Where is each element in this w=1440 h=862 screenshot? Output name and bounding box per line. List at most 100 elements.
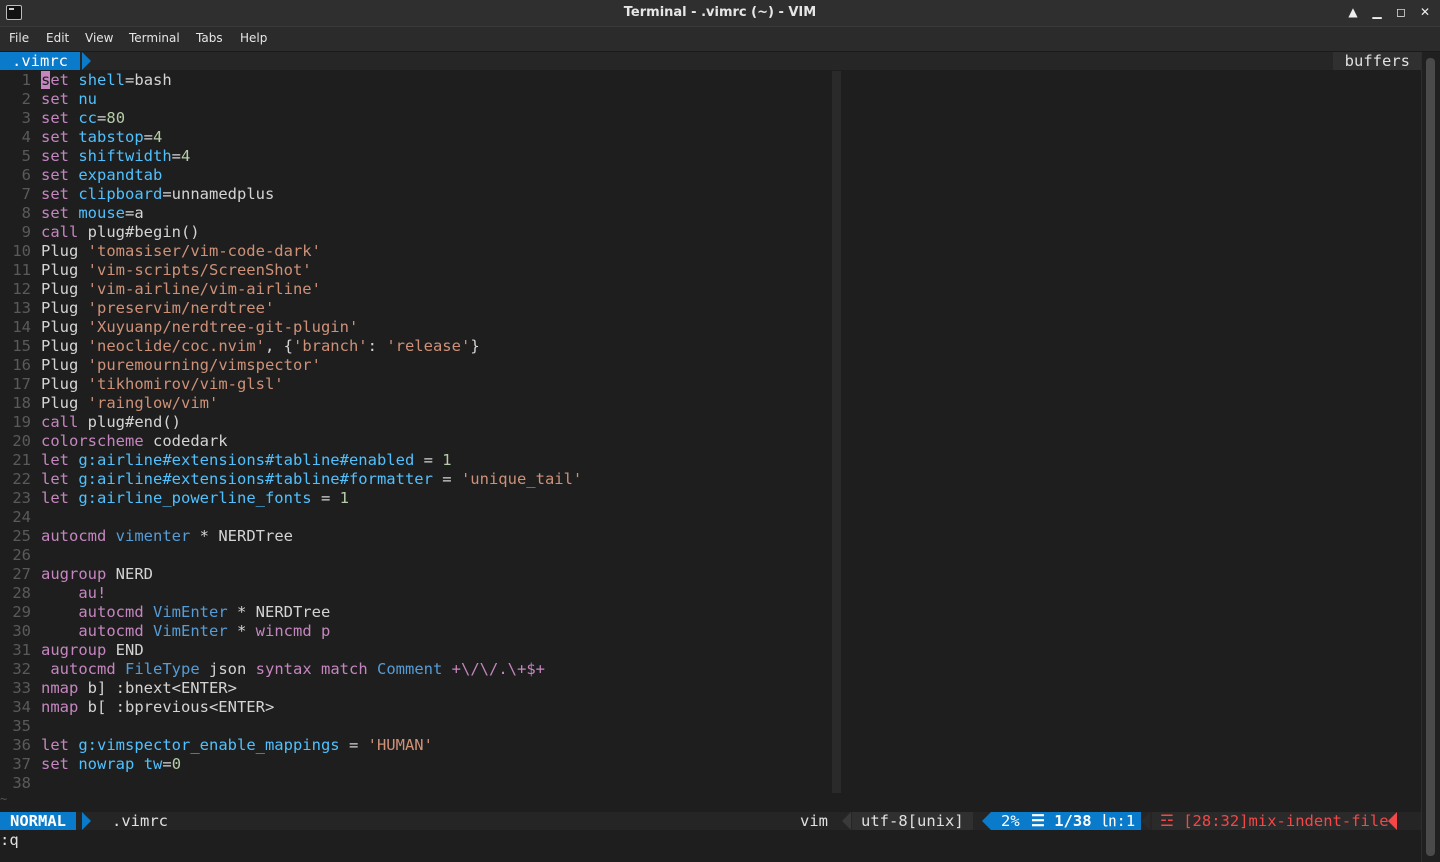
code-token: 'vim-scripts/ScreenShot'	[87, 261, 312, 279]
minimize-button[interactable]: ▁	[1370, 4, 1384, 20]
code-line[interactable]: 7 set clipboard=unnamedplus	[0, 185, 275, 204]
line-number: 12	[12, 280, 31, 298]
close-button[interactable]: ✕	[1418, 4, 1432, 20]
code-token: 'vim-airline/vim-airline'	[87, 280, 321, 298]
code-line[interactable]: 17 Plug 'tikhomirov/vim-glsl'	[0, 375, 283, 394]
line-number: 13	[12, 299, 31, 317]
code-line[interactable]: 15 Plug 'neoclide/coc.nvim', {'branch': '…	[0, 337, 479, 356]
code-line[interactable]: 30 autocmd VimEnter * wincmd p	[0, 622, 330, 641]
tab-vimrc[interactable]: .vimrc	[0, 52, 80, 70]
code-line[interactable]: 11 Plug 'vim-scripts/ScreenShot'	[0, 261, 312, 280]
mode-separator-arrow	[82, 812, 91, 830]
code-line[interactable]: 21 let g:airline#extensions#tabline#enabl…	[0, 451, 451, 470]
code-token: let	[41, 489, 69, 507]
code-line[interactable]: 20 colorscheme codedark	[0, 432, 227, 451]
code-line[interactable]: 1 set shell=bash	[0, 71, 172, 90]
code-line[interactable]: 5 set shiftwidth=4	[0, 147, 191, 166]
line-number: 20	[12, 432, 31, 450]
code-line[interactable]: 38	[0, 774, 41, 793]
code-token: g:airline_powerline_fonts	[78, 489, 312, 507]
code-token: augroup	[41, 641, 107, 659]
code-token: nu	[78, 90, 98, 108]
code-line[interactable]: 34 nmap b[ :bprevious<ENTER>	[0, 698, 274, 717]
code-line[interactable]: 6 set expandtab	[0, 166, 163, 185]
code-line[interactable]: 37 set nowrap tw=0	[0, 755, 181, 774]
code-line[interactable]: 31 augroup END	[0, 641, 143, 660]
line-number: 7	[21, 185, 31, 203]
window-titlebar: Terminal - .vimrc (~) - VIM ▲ ▁ ◻ ✕	[0, 0, 1440, 27]
code-token: set	[41, 147, 69, 165]
code-line[interactable]: 28 au!	[0, 584, 106, 603]
status-separator	[842, 812, 851, 830]
code-line[interactable]: 18 Plug 'rainglow/vim'	[0, 394, 218, 413]
menu-tabs[interactable]: Tabs	[196, 31, 223, 45]
code-line[interactable]: 19 call plug#end()	[0, 413, 181, 432]
code-line[interactable]: 3 set cc=80	[0, 109, 125, 128]
terminal-scrollbar[interactable]	[1421, 52, 1440, 862]
code-line[interactable]: 16 Plug 'puremourning/vimspector'	[0, 356, 321, 375]
code-line[interactable]: 33 nmap b] :bnext<ENTER>	[0, 679, 237, 698]
line-number: 19	[12, 413, 31, 431]
status-filename: .vimrc	[112, 812, 168, 830]
command-line[interactable]: :q	[0, 831, 19, 850]
code-line[interactable]: 12 Plug 'vim-airline/vim-airline'	[0, 280, 321, 299]
scrollbar-thumb[interactable]	[1426, 58, 1435, 856]
line-number: 21	[12, 451, 31, 469]
code-line[interactable]: 4 set tabstop=4	[0, 128, 163, 147]
code-token: 'Xuyuanp/nerdtree-git-plugin'	[87, 318, 359, 336]
code-token: 'HUMAN'	[367, 736, 433, 754]
code-token: Plug	[41, 242, 88, 260]
tab-separator-arrow	[82, 52, 91, 70]
line-number: 24	[12, 508, 31, 526]
code-line[interactable]: 10 Plug 'tomasiser/vim-code-dark'	[0, 242, 321, 261]
code-line[interactable]: 36 let g:vimspector_enable_mappings = 'HU…	[0, 736, 433, 755]
line-number: 33	[12, 679, 31, 697]
menu-edit[interactable]: Edit	[46, 31, 69, 45]
code-line[interactable]: 25 autocmd vimenter * NERDTree	[0, 527, 293, 546]
status-line-position: ☰ 1/38	[1031, 812, 1092, 830]
line-number: 6	[21, 166, 31, 184]
terminal-area[interactable]: .vimrc buffers 1 set shell=bash 2 set nu 3 se…	[0, 52, 1422, 862]
keep-above-button[interactable]: ▲	[1346, 4, 1360, 20]
code-line[interactable]: 22 let g:airline#extensions#tabline#forma…	[0, 470, 582, 489]
code-line[interactable]: 23 let g:airline_powerline_fonts = 1	[0, 489, 349, 508]
code-token: g:vimspector_enable_mappings	[78, 736, 340, 754]
line-number: 23	[12, 489, 31, 507]
status-column-position: ㏑:1	[1101, 812, 1136, 830]
menu-file[interactable]: File	[9, 31, 29, 45]
code-token: set	[41, 90, 69, 108]
code-line[interactable]: 2 set nu	[0, 90, 97, 109]
code-token: nmap	[41, 679, 79, 697]
code-line[interactable]: 14 Plug 'Xuyuanp/nerdtree-git-plugin'	[0, 318, 358, 337]
code-line[interactable]: 13 Plug 'preservim/nerdtree'	[0, 299, 274, 318]
line-number: 9	[21, 223, 31, 241]
menu-help[interactable]: Help	[240, 31, 267, 45]
menu-view[interactable]: View	[85, 31, 113, 45]
code-line[interactable]: 29 autocmd VimEnter * NERDTree	[0, 603, 330, 622]
code-token: =	[97, 109, 107, 127]
code-token: syntax match	[255, 660, 368, 678]
code-line[interactable]: 32 autocmd FileType json syntax match Co…	[0, 660, 545, 679]
maximize-button[interactable]: ◻	[1394, 4, 1408, 20]
code-line[interactable]: 35	[0, 717, 41, 736]
code-line[interactable]: 26	[0, 546, 41, 565]
line-number: 34	[12, 698, 31, 716]
code-token: Plug	[41, 261, 88, 279]
code-token: 'release'	[386, 337, 471, 355]
code-line[interactable]: 9 call plug#begin()	[0, 223, 200, 242]
menu-terminal[interactable]: Terminal	[129, 31, 180, 45]
code-token: =	[311, 489, 340, 507]
code-token: 0	[171, 755, 182, 773]
code-line[interactable]: 27 augroup NERD	[0, 565, 153, 584]
code-line[interactable]: 24	[0, 508, 41, 527]
code-line[interactable]: 8 set mouse=a	[0, 204, 144, 223]
